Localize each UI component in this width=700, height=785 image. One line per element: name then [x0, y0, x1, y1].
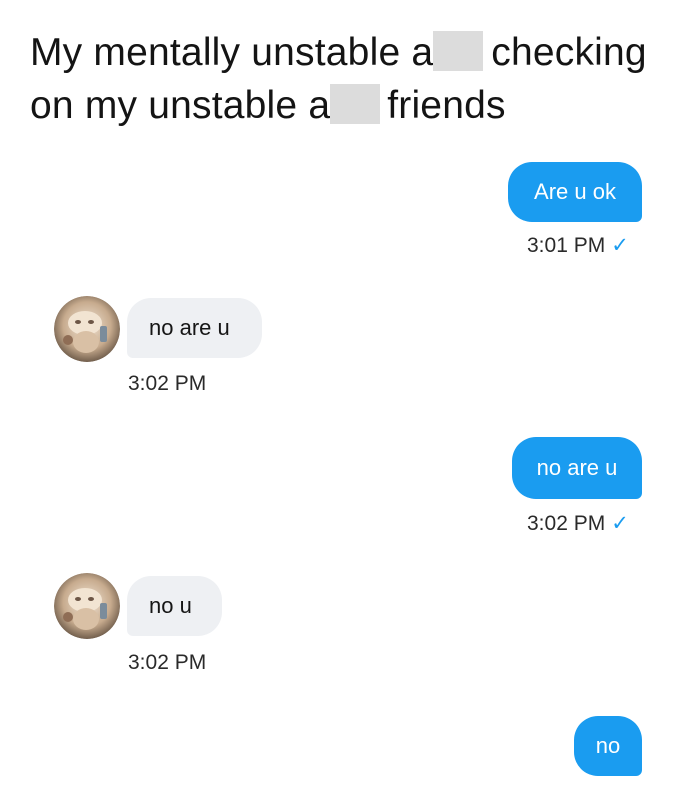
message-timestamp: 3:01 PM ✓ — [527, 233, 629, 258]
contact-avatar[interactable] — [54, 296, 120, 362]
message-text: no are u — [536, 455, 618, 480]
caption-line-2: on my unstable a friends — [30, 79, 680, 132]
check-icon: ✓ — [611, 234, 629, 257]
timestamp-text: 3:02 PM — [128, 651, 207, 674]
outgoing-message-bubble[interactable]: Are u ok — [508, 162, 642, 222]
caption-line-1-end: checking — [491, 31, 647, 74]
caption-line-2-start: on my unstable a — [30, 84, 331, 127]
incoming-message-bubble[interactable]: no are u — [127, 298, 262, 358]
outgoing-message-bubble[interactable]: no — [574, 716, 642, 776]
avatar-image — [54, 573, 120, 639]
incoming-message-bubble[interactable]: no u — [127, 576, 222, 636]
message-text: no — [595, 733, 621, 758]
caption-line-1: My mentally unstable a checking — [30, 26, 680, 79]
contact-avatar[interactable] — [54, 573, 120, 639]
censor-box — [330, 84, 381, 124]
message-text: no u — [149, 593, 192, 618]
message-text: no are u — [149, 315, 230, 340]
message-timestamp: 3:02 PM — [128, 372, 206, 396]
message-timestamp: 3:02 PM ✓ — [527, 511, 629, 536]
check-icon: ✓ — [611, 512, 629, 535]
timestamp-text: 3:02 PM — [128, 372, 207, 395]
caption-line-2-end: friends — [387, 84, 506, 127]
meme-caption: My mentally unstable a checking on my uns… — [30, 26, 680, 132]
caption-line-1-start: My mentally unstable a — [30, 31, 434, 74]
message-text: Are u ok — [534, 179, 616, 204]
outgoing-message-bubble[interactable]: no are u — [512, 437, 642, 499]
timestamp-text: 3:01 PM — [527, 234, 606, 257]
censor-box — [433, 31, 484, 71]
timestamp-text: 3:02 PM — [527, 512, 606, 535]
message-timestamp: 3:02 PM — [128, 651, 206, 675]
avatar-image — [54, 296, 120, 362]
